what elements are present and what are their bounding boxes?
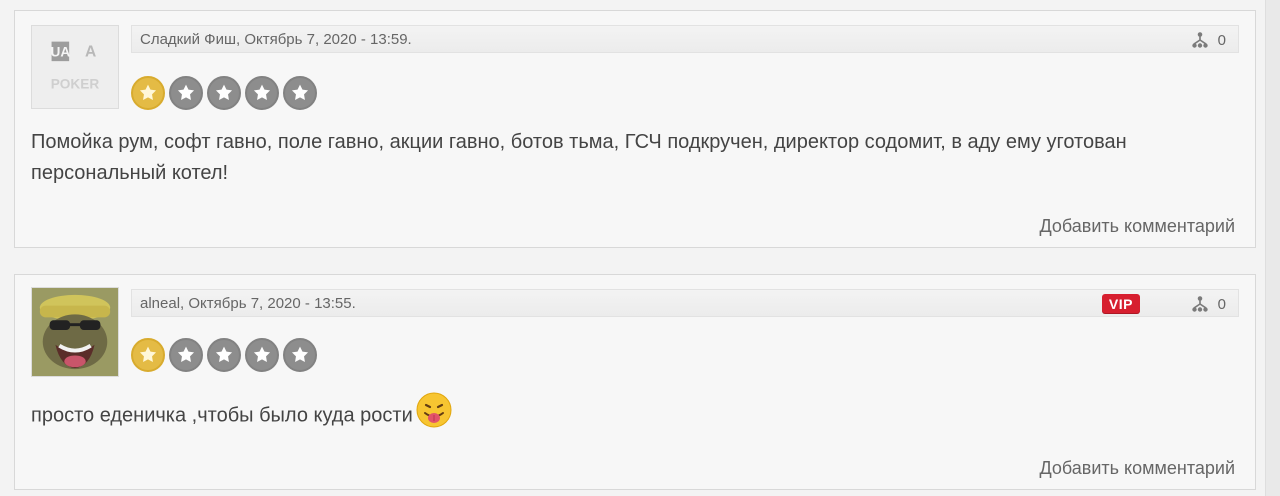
review-date: Октябрь 7, 2020 - 13:59. xyxy=(244,31,412,48)
vote-widget[interactable]: 0 xyxy=(1189,292,1226,316)
star-icon xyxy=(131,338,165,372)
star-icon xyxy=(245,76,279,110)
star-icon xyxy=(215,346,233,362)
star-icon xyxy=(177,346,195,362)
star-icon xyxy=(207,76,241,110)
avatar xyxy=(31,287,119,377)
reviews-page: UA A POKER Сладкий Фиш, Октябрь 7, 2020 … xyxy=(0,0,1280,496)
review-date: Октябрь 7, 2020 - 13:55. xyxy=(188,295,356,312)
ua-poker-logo: UA A POKER xyxy=(32,26,118,108)
review-meta: alneal, Октябрь 7, 2020 - 13:55. xyxy=(140,295,356,312)
star-icon xyxy=(253,84,271,100)
review-card: UA A POKER Сладкий Фиш, Октябрь 7, 2020 … xyxy=(14,10,1256,248)
review-text: Помойка рум, софт гавно, поле гавно, акц… xyxy=(31,131,1127,184)
star-icon xyxy=(215,84,233,100)
rating-stars xyxy=(131,338,317,372)
vote-widget[interactable]: 0 xyxy=(1189,28,1226,52)
review-author[interactable]: alneal xyxy=(140,295,180,312)
character-avatar xyxy=(32,288,118,376)
review-author[interactable]: Сладкий Фиш xyxy=(140,31,236,48)
star-icon xyxy=(169,76,203,110)
hierarchy-icon[interactable] xyxy=(1189,293,1211,315)
star-icon xyxy=(169,338,203,372)
svg-text:POKER: POKER xyxy=(51,76,100,91)
vote-count: 0 xyxy=(1217,295,1226,313)
star-icon xyxy=(139,346,157,362)
star-icon xyxy=(253,346,271,362)
review-header: Сладкий Фиш, Октябрь 7, 2020 - 13:59. 0 xyxy=(131,25,1239,53)
vote-count: 0 xyxy=(1217,31,1226,49)
review-meta: Сладкий Фиш, Октябрь 7, 2020 - 13:59. xyxy=(140,31,412,48)
review-header: alneal, Октябрь 7, 2020 - 13:55. VIP 0 xyxy=(131,289,1239,317)
hierarchy-icon[interactable] xyxy=(1189,29,1211,51)
star-icon xyxy=(245,338,279,372)
star-icon xyxy=(291,346,309,362)
star-icon xyxy=(283,76,317,110)
star-icon xyxy=(139,84,157,100)
vip-badge: VIP xyxy=(1101,294,1140,314)
page-scroll-edge xyxy=(1265,0,1280,496)
star-icon xyxy=(207,338,241,372)
avatar: UA A POKER xyxy=(31,25,119,109)
review-card: alneal, Октябрь 7, 2020 - 13:55. VIP 0 п… xyxy=(14,274,1256,490)
svg-text:A: A xyxy=(85,43,96,60)
review-text: просто еденичка ,чтобы было куда рости xyxy=(31,392,1227,435)
svg-text:UA: UA xyxy=(50,44,70,59)
star-icon xyxy=(131,76,165,110)
star-icon xyxy=(291,84,309,100)
rating-stars xyxy=(131,76,317,110)
tongue-emoji-icon xyxy=(416,392,452,428)
review-text-content: просто еденичка ,чтобы было куда рости xyxy=(31,404,413,427)
star-icon xyxy=(177,84,195,100)
add-comment-link[interactable]: Добавить комментарий xyxy=(1039,458,1235,479)
add-comment-link[interactable]: Добавить комментарий xyxy=(1039,216,1235,237)
star-icon xyxy=(283,338,317,372)
